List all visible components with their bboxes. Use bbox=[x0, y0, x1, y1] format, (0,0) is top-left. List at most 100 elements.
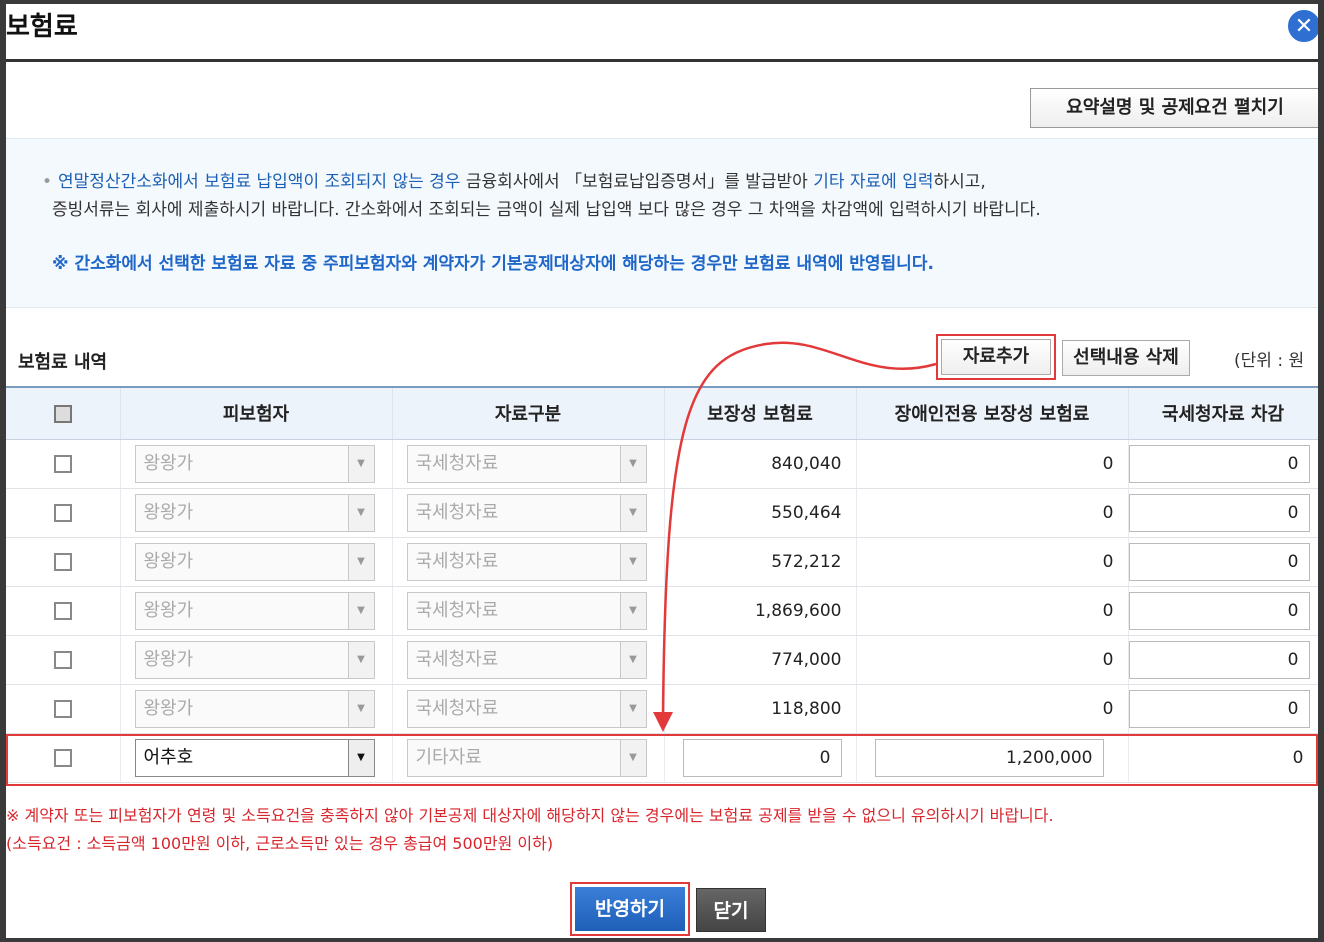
disabled-premium-input[interactable]: 1,200,000 bbox=[874, 738, 1104, 777]
column-header: 피보험자 bbox=[120, 386, 393, 440]
insured-select[interactable]: 어추호 ▼ bbox=[134, 738, 375, 777]
info-text: 하시고, bbox=[933, 172, 986, 192]
chevron-down-icon[interactable]: ▼ bbox=[619, 739, 646, 776]
deduct-cell: 0 bbox=[1128, 635, 1318, 685]
select-all-checkbox[interactable] bbox=[53, 404, 72, 423]
close-button[interactable]: 닫기 bbox=[696, 888, 766, 932]
table-row: 왕왕가 ▼ 국세청자료 ▼ 1,869,600 0 0 bbox=[6, 586, 1318, 636]
apply-button-highlight[interactable]: 반영하기 bbox=[570, 882, 690, 936]
type-select[interactable]: 국세청자료 ▼ bbox=[406, 493, 647, 532]
premium-input[interactable]: 0 bbox=[682, 738, 842, 777]
table-row: 왕왕가 ▼ 국세청자료 ▼ 550,464 0 0 bbox=[6, 488, 1318, 538]
chevron-down-icon[interactable]: ▼ bbox=[619, 494, 646, 531]
bullet-icon: • bbox=[42, 172, 53, 192]
row-checkbox[interactable] bbox=[53, 650, 72, 669]
insured-value: 왕왕가 bbox=[143, 599, 194, 621]
deduct-cell: 0 bbox=[1128, 586, 1318, 636]
disabled-premium-cell: 1,200,000 bbox=[856, 733, 1129, 783]
disabled-premium-cell: 0 bbox=[856, 684, 1129, 734]
chevron-down-icon[interactable]: ▼ bbox=[347, 641, 374, 678]
type-select[interactable]: 기타자료 ▼ bbox=[406, 738, 647, 777]
insured-cell: 어추호 ▼ bbox=[120, 733, 393, 783]
info-box: • 연말정산간소화에서 보험료 납입액이 조회되지 않는 경우 금융회사에서 「보… bbox=[6, 138, 1318, 308]
insured-value: 왕왕가 bbox=[143, 697, 194, 719]
insured-value: 왕왕가 bbox=[143, 648, 194, 670]
type-cell: 국세청자료 ▼ bbox=[392, 537, 665, 587]
row-checkbox[interactable] bbox=[53, 454, 72, 473]
chevron-down-icon[interactable]: ▼ bbox=[347, 592, 374, 629]
chevron-down-icon[interactable]: ▼ bbox=[619, 690, 646, 727]
column-header: 장애인전용 보장성 보험료 bbox=[856, 386, 1129, 440]
type-select[interactable]: 국세청자료 ▼ bbox=[406, 640, 647, 679]
insured-cell: 왕왕가 ▼ bbox=[120, 684, 393, 734]
close-icon[interactable]: ✕ bbox=[1286, 8, 1318, 44]
chevron-down-icon[interactable]: ▼ bbox=[619, 592, 646, 629]
add-data-button[interactable]: 자료추가 bbox=[941, 339, 1051, 375]
section-title: 보험료 내역 bbox=[18, 352, 108, 373]
chevron-down-icon[interactable]: ▼ bbox=[347, 739, 374, 776]
insurance-table: 피보험자 자료구분 보장성 보험료 장애인전용 보장성 보험료 국세청자료 차감… bbox=[6, 386, 1318, 783]
insured-select[interactable]: 왕왕가 ▼ bbox=[134, 444, 375, 483]
type-value: 국세청자료 bbox=[415, 550, 499, 572]
info-line-1: • 연말정산간소화에서 보험료 납입액이 조회되지 않는 경우 금융회사에서 「보… bbox=[42, 167, 986, 192]
type-select[interactable]: 국세청자료 ▼ bbox=[406, 591, 647, 630]
insured-select[interactable]: 왕왕가 ▼ bbox=[134, 493, 375, 532]
insured-cell: 왕왕가 ▼ bbox=[120, 635, 393, 685]
row-checkbox-cell bbox=[6, 537, 121, 587]
deduct-input[interactable]: 0 bbox=[1128, 444, 1310, 483]
premium-cell: 840,040 bbox=[664, 439, 857, 489]
insured-select[interactable]: 왕왕가 ▼ bbox=[134, 542, 375, 581]
insured-value: 왕왕가 bbox=[143, 501, 194, 523]
row-checkbox[interactable] bbox=[53, 699, 72, 718]
chevron-down-icon[interactable]: ▼ bbox=[619, 445, 646, 482]
row-checkbox[interactable] bbox=[53, 503, 72, 522]
chevron-down-icon[interactable]: ▼ bbox=[619, 543, 646, 580]
title-bar: 보험료 ✕ bbox=[6, 4, 1318, 62]
row-checkbox-cell bbox=[6, 488, 121, 538]
add-data-button-highlight[interactable]: 자료추가 bbox=[936, 334, 1056, 380]
disabled-premium-cell: 0 bbox=[856, 537, 1129, 587]
disabled-premium-cell: 0 bbox=[856, 586, 1129, 636]
deduct-cell: 0 bbox=[1128, 537, 1318, 587]
delete-selected-button[interactable]: 선택내용 삭제 bbox=[1062, 340, 1190, 376]
info-line-2: 증빙서류는 회사에 제출하시기 바랍니다. 간소화에서 조회되는 금액이 실제 … bbox=[52, 200, 1041, 220]
insured-cell: 왕왕가 ▼ bbox=[120, 537, 393, 587]
premium-cell: 572,212 bbox=[664, 537, 857, 587]
column-header: 국세청자료 차감 bbox=[1128, 386, 1318, 440]
type-select[interactable]: 국세청자료 ▼ bbox=[406, 444, 647, 483]
chevron-down-icon[interactable]: ▼ bbox=[347, 543, 374, 580]
chevron-down-icon[interactable]: ▼ bbox=[347, 445, 374, 482]
deduct-input[interactable]: 0 bbox=[1128, 591, 1310, 630]
disabled-premium-cell: 0 bbox=[856, 488, 1129, 538]
table-row: 왕왕가 ▼ 국세청자료 ▼ 774,000 0 0 bbox=[6, 635, 1318, 685]
deduct-input[interactable]: 0 bbox=[1128, 640, 1310, 679]
insured-select[interactable]: 왕왕가 ▼ bbox=[134, 689, 375, 728]
premium-cell: 550,464 bbox=[664, 488, 857, 538]
type-select[interactable]: 국세청자료 ▼ bbox=[406, 689, 647, 728]
deduct-input[interactable]: 0 bbox=[1128, 689, 1310, 728]
summary-expand-button[interactable]: 요약설명 및 공제요건 펼치기 bbox=[1030, 88, 1318, 128]
row-checkbox-cell bbox=[6, 684, 121, 734]
info-text: 금융회사에서 「보험료납입증명서」를 발급받아 bbox=[460, 172, 814, 192]
deduct-input[interactable]: 0 bbox=[1128, 542, 1310, 581]
apply-button[interactable]: 반영하기 bbox=[575, 887, 685, 931]
column-header: 자료구분 bbox=[392, 386, 665, 440]
unit-label: (단위 : 원 bbox=[1234, 351, 1305, 371]
info-notice: ※ 간소화에서 선택한 보험료 자료 중 주피보험자와 계약자가 기본공제대상자… bbox=[52, 254, 934, 274]
insured-select[interactable]: 왕왕가 ▼ bbox=[134, 640, 375, 679]
chevron-down-icon[interactable]: ▼ bbox=[347, 690, 374, 727]
deduct-input[interactable]: 0 bbox=[1128, 493, 1310, 532]
row-checkbox[interactable] bbox=[53, 552, 72, 571]
table-header-row: 피보험자 자료구분 보장성 보험료 장애인전용 보장성 보험료 국세청자료 차감 bbox=[6, 386, 1318, 440]
chevron-down-icon[interactable]: ▼ bbox=[347, 494, 374, 531]
row-checkbox[interactable] bbox=[53, 748, 72, 767]
row-checkbox[interactable] bbox=[53, 601, 72, 620]
insured-select[interactable]: 왕왕가 ▼ bbox=[134, 591, 375, 630]
premium-cell: 774,000 bbox=[664, 635, 857, 685]
chevron-down-icon[interactable]: ▼ bbox=[619, 641, 646, 678]
insured-cell: 왕왕가 ▼ bbox=[120, 586, 393, 636]
type-cell: 국세청자료 ▼ bbox=[392, 684, 665, 734]
type-select[interactable]: 국세청자료 ▼ bbox=[406, 542, 647, 581]
table-row: 왕왕가 ▼ 국세청자료 ▼ 118,800 0 0 bbox=[6, 684, 1318, 734]
warning-line-1: ※ 계약자 또는 피보험자가 연령 및 소득요건을 충족하지 않아 기본공제 대… bbox=[6, 806, 1054, 825]
